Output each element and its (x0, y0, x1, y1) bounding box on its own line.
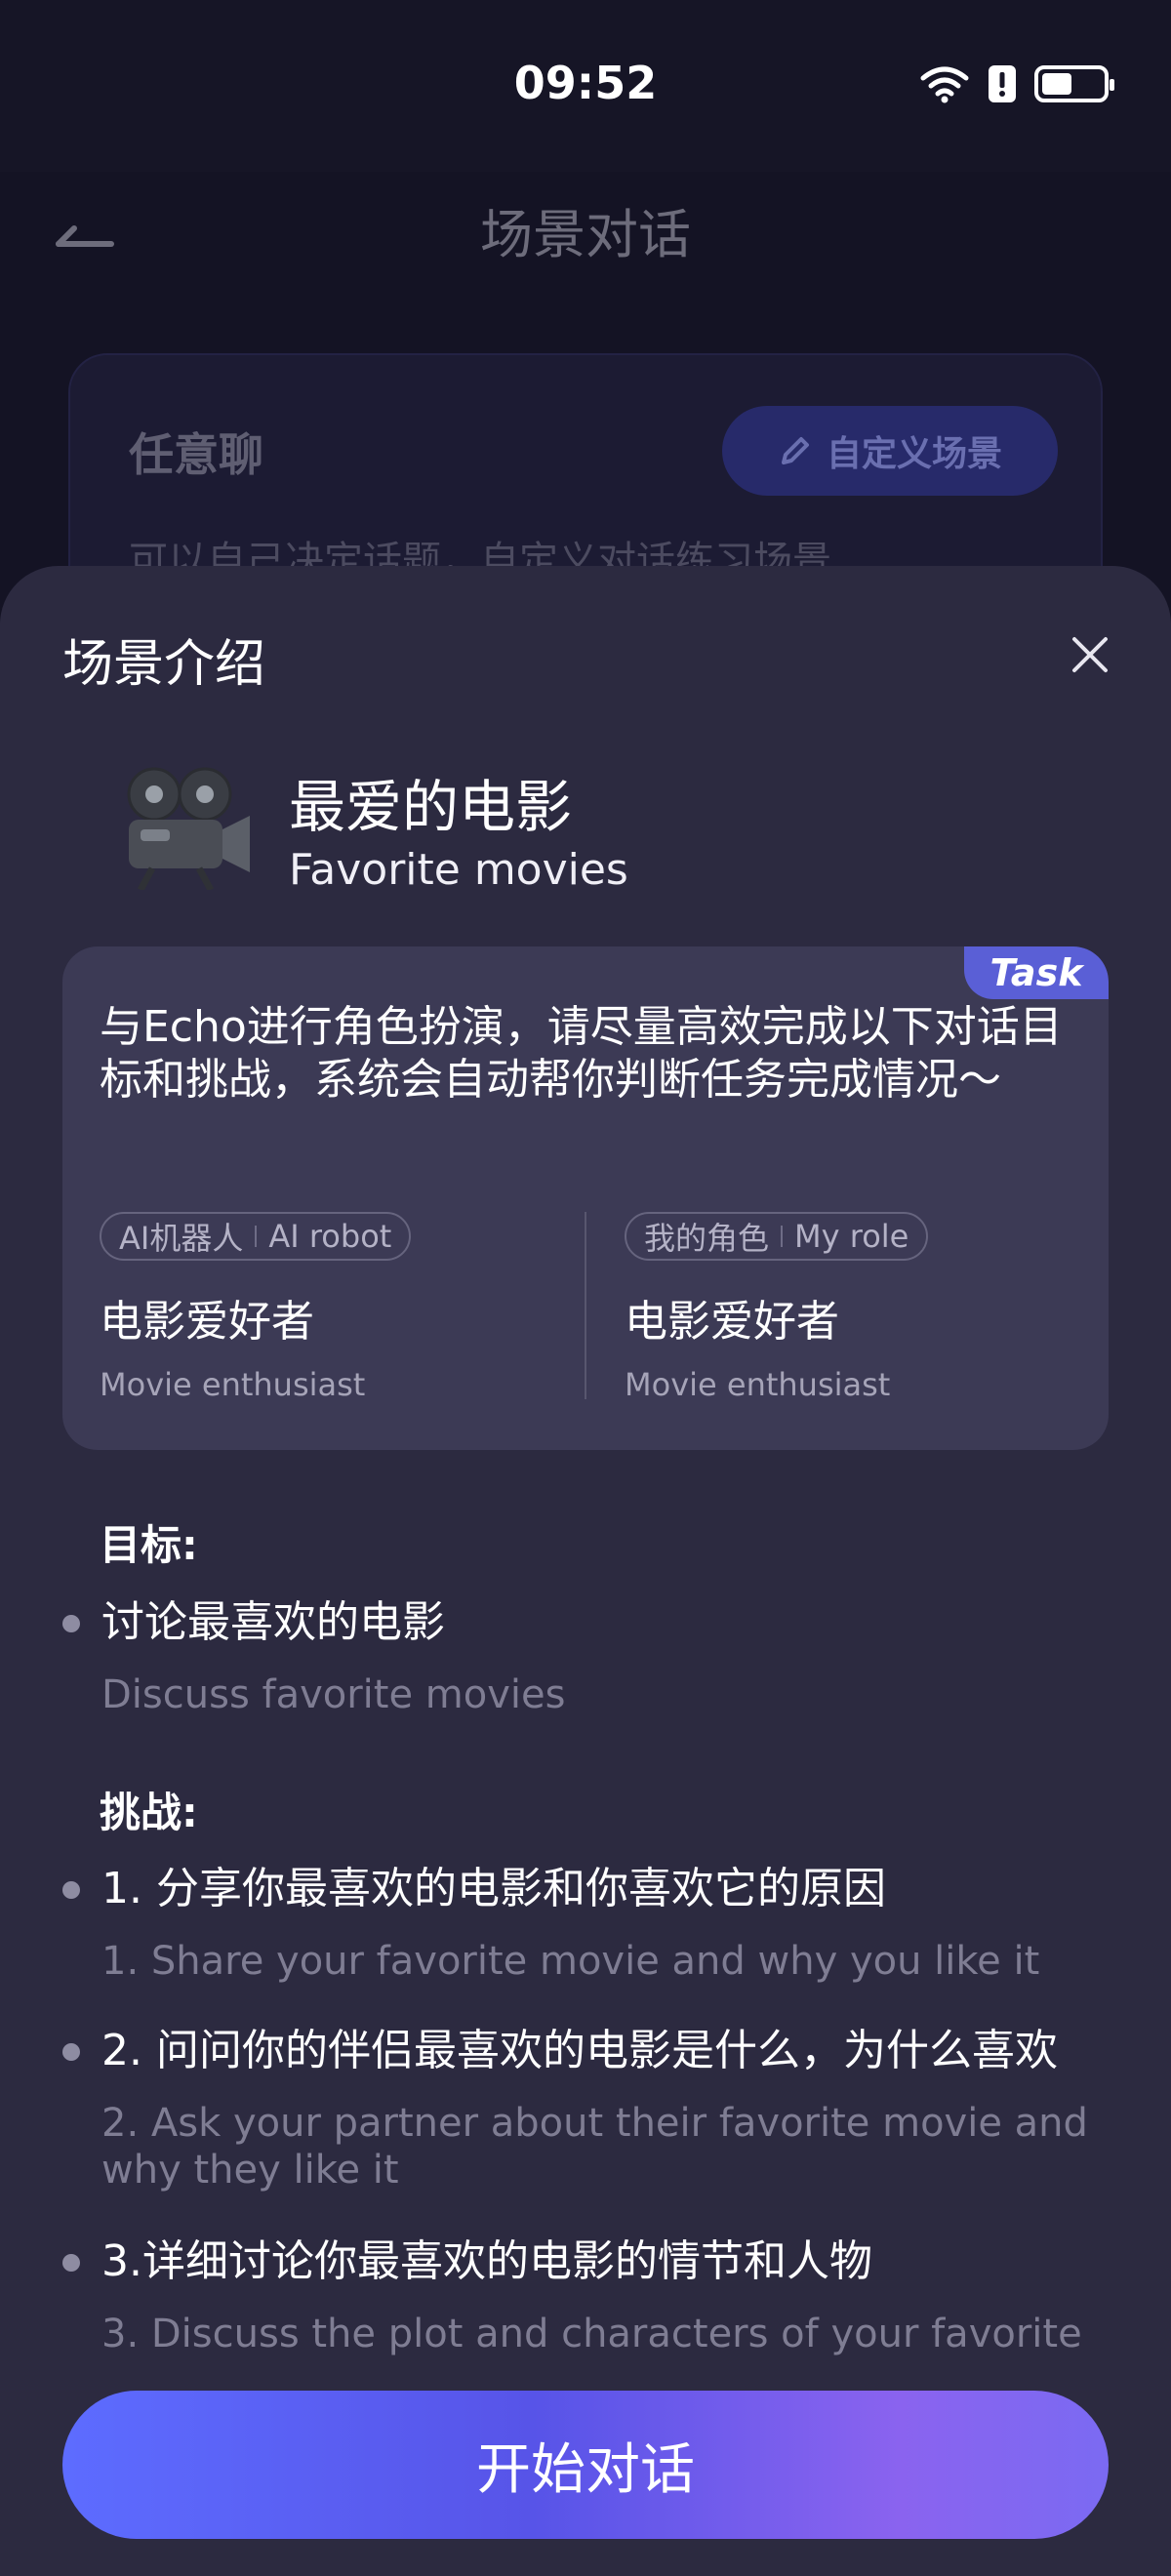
goal-label: 目标: (94, 1512, 204, 1578)
ai-role-name-zh: 电影爱好者 (100, 1297, 314, 1347)
my-role-pill-zh: 我的角色 (644, 1220, 770, 1257)
custom-scene-button[interactable]: 自定义场景 (722, 406, 1058, 496)
my-role-name-zh: 电影爱好者 (625, 1297, 839, 1347)
my-role-pill-en: My role (794, 1218, 909, 1255)
challenge-en: 3. Discuss the plot and characters of yo… (101, 2312, 1082, 2356)
pencil-icon (781, 437, 809, 464)
custom-scene-label: 自定义场景 (826, 434, 1002, 474)
challenge-en: 1. Share your favorite movie and why you… (101, 1939, 1040, 1984)
status-bar: 09:52 (0, 0, 1171, 172)
close-button[interactable] (1048, 613, 1132, 697)
scene-title-en: Favorite movies (289, 845, 628, 895)
page-title: 场景对话 (480, 204, 691, 265)
scene-intro-sheet: 场景介绍 最爱的电影 Favorite movies Task 与Echo进行角… (0, 566, 1171, 2576)
my-role-name-en: Movie enthusiast (625, 1366, 891, 1403)
screen: 09:52 场景对话 任意聊 自定义场景 可以自己决定话题，自定义对话练习场景 … (0, 0, 1171, 2576)
bullet-dot (62, 1615, 80, 1632)
challenge-label: 挑战: (94, 1780, 204, 1845)
task-badge: Task (964, 946, 1109, 999)
challenge-zh: 1. 分享你最喜欢的电影和你喜欢它的原因 (101, 1864, 886, 1913)
goal-zh: 讨论最喜欢的电影 (101, 1597, 445, 1647)
battery-icon (1034, 65, 1114, 102)
alert-icon (989, 65, 1016, 102)
task-text: 与Echo进行角色扮演，请尽量高效完成以下对话目标和挑战，系统会自动帮你判断任务… (100, 1002, 1063, 1105)
status-icons (919, 64, 1114, 103)
bullet-dot (62, 2043, 80, 2061)
my-role-pill: 我的角色 My role (625, 1212, 929, 1261)
start-conversation-button[interactable]: 开始对话 (62, 2391, 1109, 2539)
page-header: 场景对话 (0, 172, 1171, 347)
challenge-zh: 2. 问问你的伴侣最喜欢的电影是什么，为什么喜欢 (101, 2026, 1058, 2075)
pill-divider (255, 1226, 258, 1247)
goal-en: Discuss favorite movies (101, 1672, 566, 1717)
ai-role-pill-zh: AI机器人 (119, 1220, 244, 1257)
challenge-item: 2. 问问你的伴侣最喜欢的电影是什么，为什么喜欢 2. Ask your par… (62, 2024, 1136, 2194)
wifi-icon (920, 66, 969, 103)
ai-role-name-en: Movie enthusiast (100, 1366, 366, 1403)
ai-role-pill-en: AI robot (268, 1218, 392, 1255)
challenge-item: 1. 分享你最喜欢的电影和你喜欢它的原因 1. Share your favor… (62, 1862, 1136, 1985)
challenge-item: 3.详细讨论你最喜欢的电影的情节和人物 3. Discuss the plot … (62, 2234, 1136, 2357)
free-chat-title: 任意聊 (129, 428, 263, 481)
challenge-zh: 3.详细讨论你最喜欢的电影的情节和人物 (101, 2236, 872, 2286)
sheet-title: 场景介绍 (62, 635, 266, 694)
bullet-dot (62, 1881, 80, 1899)
goal-item: 讨论最喜欢的电影 Discuss favorite movies (62, 1595, 1136, 1718)
start-button-area: 开始对话 (0, 2352, 1171, 2576)
pill-divider (781, 1226, 784, 1247)
my-role: 我的角色 My role 电影爱好者 Movie enthusiast (625, 1212, 1093, 1403)
bullet-dot (62, 2254, 80, 2272)
scene-title-zh: 最爱的电影 (289, 774, 573, 840)
ai-role: AI机器人 AI robot 电影爱好者 Movie enthusiast (100, 1212, 568, 1403)
ai-role-pill: AI机器人 AI robot (100, 1212, 412, 1261)
task-card: Task 与Echo进行角色扮演，请尽量高效完成以下对话目标和挑战，系统会自动帮… (62, 946, 1109, 1450)
movie-camera-icon (127, 767, 250, 890)
challenge-en: 2. Ask your partner about their favorite… (101, 2101, 1088, 2193)
role-divider (585, 1212, 586, 1399)
close-icon (1072, 637, 1108, 672)
